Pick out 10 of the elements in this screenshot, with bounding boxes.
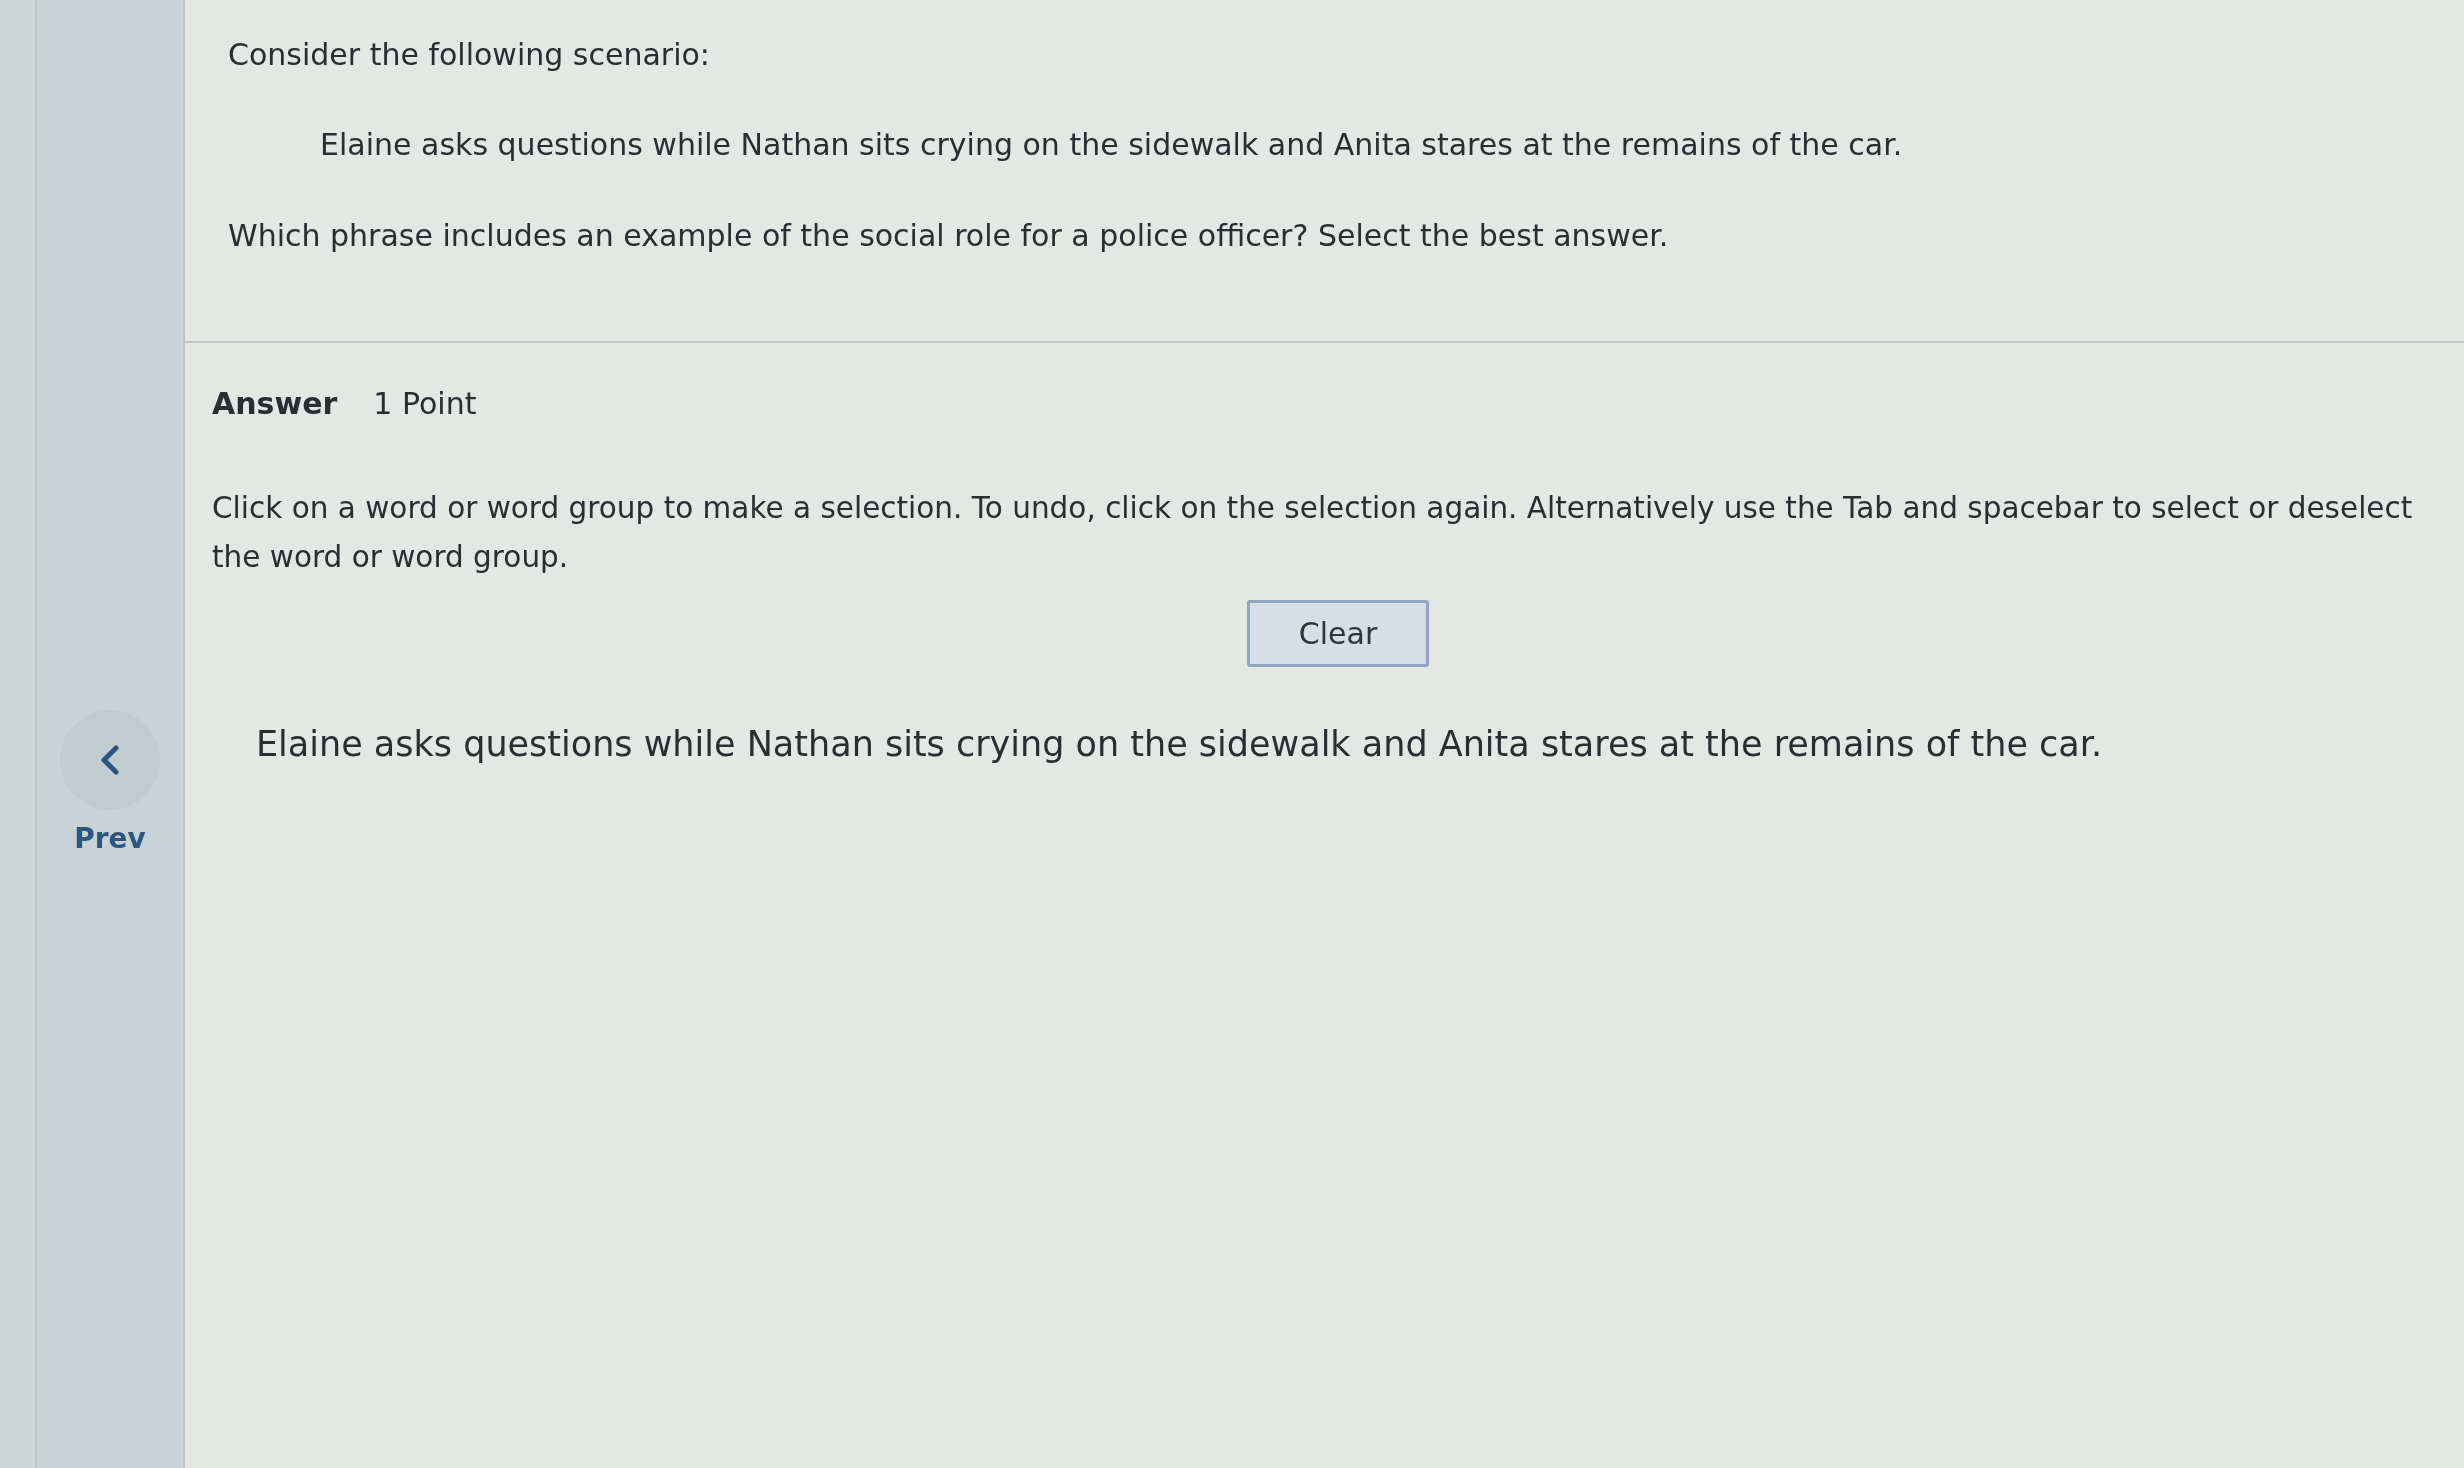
question-intro: Consider the following scenario: [228, 36, 710, 74]
answer-heading: Answer [212, 385, 338, 423]
instructions-text: Click on a word or word group to make a selection. To undo, click on the selection again. Alternatively use the Tab and spacebar to select or deselect the word or word group. [212, 490, 2414, 576]
prev-button[interactable]: Prev [60, 710, 160, 856]
chevron-left-icon [60, 710, 160, 810]
scenario-text: Elaine asks questions while Nathan sits crying on the sidewalk and Anita stares at the remains of the car. [320, 126, 1903, 164]
points-label: 1 Point [373, 385, 477, 423]
question-prompt: Which phrase includes an example of the social role for a police officer? Select the best answer. [228, 217, 1669, 255]
clear-button[interactable]: Clear [1247, 600, 1429, 667]
selectable-sentence[interactable]: Elaine asks questions while Nathan sits crying on the sidewalk and Anita stares at the remains of the car. [256, 721, 2103, 767]
